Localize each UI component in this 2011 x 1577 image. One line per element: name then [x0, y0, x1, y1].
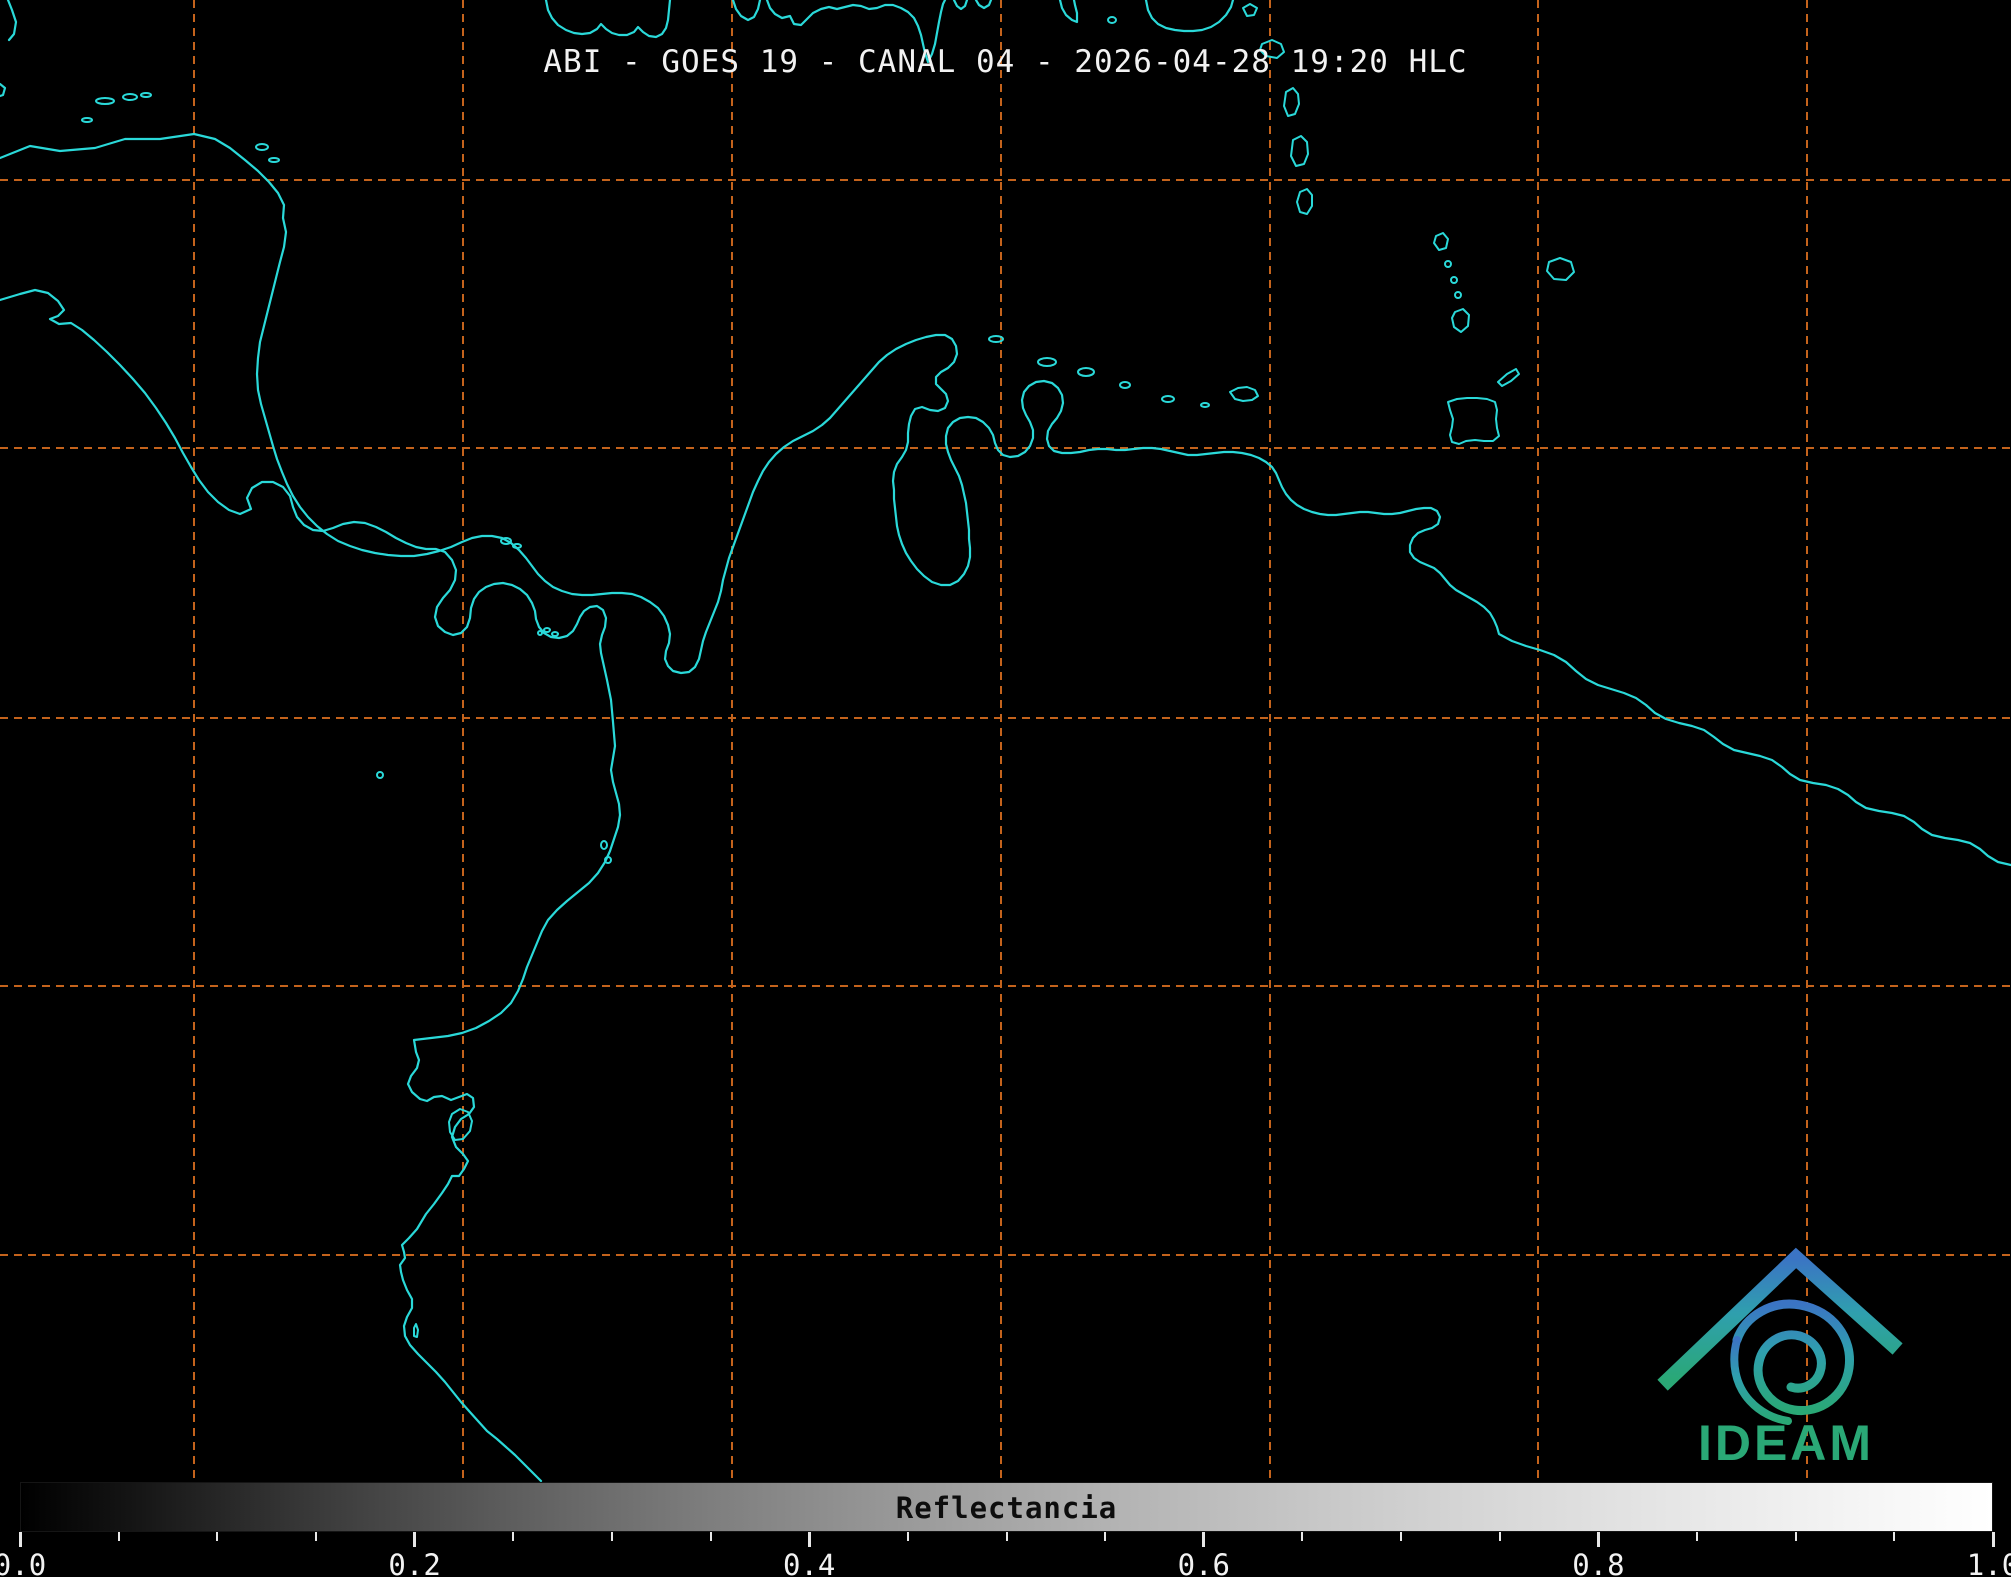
logo-wordmark: IDEAM: [1698, 1415, 1874, 1471]
colorbar-major-tick: [413, 1532, 416, 1547]
colorbar-minor-tick: [118, 1532, 120, 1541]
image-title: ABI - GOES 19 - CANAL 04 - 2026-04-28 19…: [0, 44, 2011, 80]
colorbar-minor-tick: [611, 1532, 613, 1541]
colorbar-minor-tick: [710, 1532, 712, 1541]
colorbar-label: Reflectancia: [20, 1491, 1993, 1525]
colorbar-minor-tick: [907, 1532, 909, 1541]
colorbar-major-tick: [808, 1532, 811, 1547]
colorbar-minor-tick: [1696, 1532, 1698, 1541]
colorbar-tick-label: 0.0: [0, 1548, 46, 1577]
colorbar-minor-tick: [1499, 1532, 1501, 1541]
colorbar-tick-label: 0.8: [1572, 1548, 1624, 1577]
colorbar-minor-tick: [1400, 1532, 1402, 1541]
colorbar-minor-tick: [1301, 1532, 1303, 1541]
colorbar-minor-tick: [512, 1532, 514, 1541]
colorbar-minor-tick: [1795, 1532, 1797, 1541]
colorbar-minor-tick: [1104, 1532, 1106, 1541]
colorbar-major-tick: [1202, 1532, 1205, 1547]
colorbar: Reflectancia 0.00.20.40.60.81.0: [20, 1482, 1993, 1577]
colorbar-minor-tick: [1893, 1532, 1895, 1541]
colorbar-minor-tick: [216, 1532, 218, 1541]
colorbar-tick-label: 0.4: [783, 1548, 835, 1577]
colorbar-tick-label: 0.2: [388, 1548, 440, 1577]
colorbar-minor-tick: [1006, 1532, 1008, 1541]
satellite-map-canvas: IDEAM: [0, 0, 2011, 1577]
colorbar-tick-label: 1.0: [1967, 1548, 2011, 1577]
colorbar-major-tick: [1992, 1532, 1995, 1547]
colorbar-major-tick: [1597, 1532, 1600, 1547]
colorbar-minor-tick: [315, 1532, 317, 1541]
colorbar-major-tick: [19, 1532, 22, 1547]
satellite-image-viewport: IDEAM ABI - GOES 19 - CANAL 04 - 2026-04…: [0, 0, 2011, 1577]
colorbar-tick-label: 0.6: [1178, 1548, 1230, 1577]
